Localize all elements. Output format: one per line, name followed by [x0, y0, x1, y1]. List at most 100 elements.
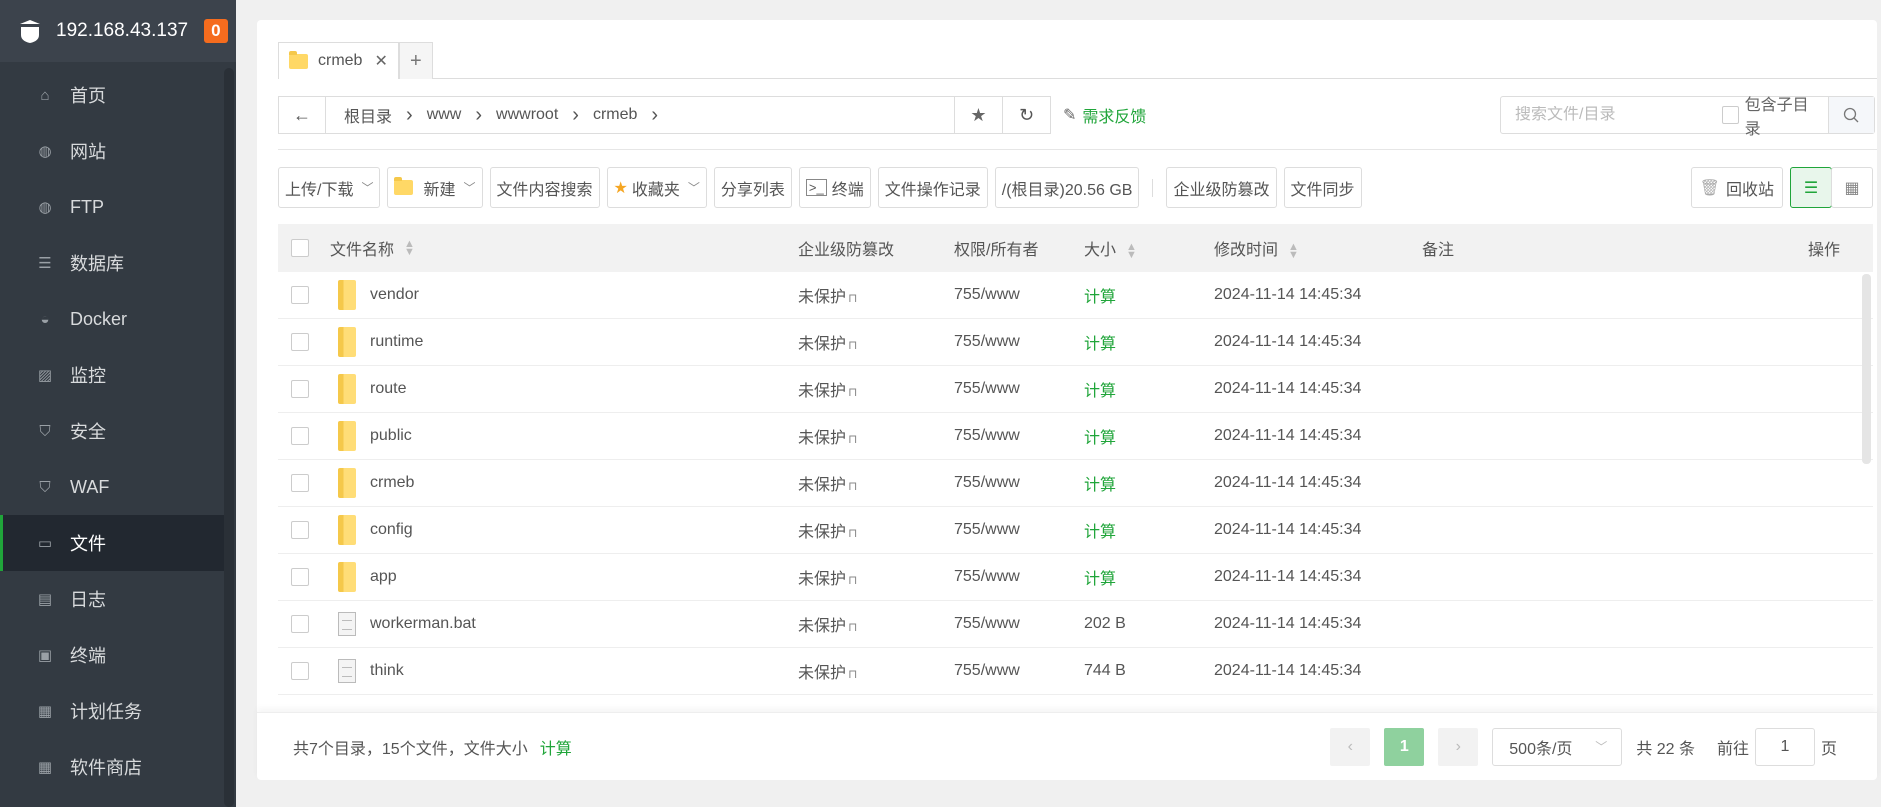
sidebar-item-2[interactable]: ◍ FTP	[0, 179, 224, 235]
favorite-button[interactable]: ★	[955, 96, 1003, 134]
file-name-cell[interactable]: route	[330, 374, 406, 404]
sidebar-item-1[interactable]: ◍ 网站	[0, 123, 224, 179]
breadcrumb-segment[interactable]: 根目录	[334, 103, 402, 127]
table-row[interactable]: vendor 未保护 ⊓ 755/www 计算 2024-11-14 14:45:34	[278, 272, 1873, 319]
breadcrumb-segment[interactable]: wwwroot	[486, 106, 568, 124]
sidebar-item-4[interactable]: ◒ Docker	[0, 291, 224, 347]
tamper-status[interactable]: 未保护 ⊓	[798, 518, 857, 542]
file-name-cell[interactable]: think	[330, 659, 404, 683]
list-view-button[interactable]: ☰	[1790, 167, 1832, 208]
table-scrollbar[interactable]	[1862, 274, 1871, 464]
calc-size-link[interactable]: 计算	[1084, 565, 1116, 589]
file-name-cell[interactable]: public	[330, 421, 412, 451]
include-subdir-checkbox[interactable]: 包含子目录	[1722, 91, 1818, 139]
table-row[interactable]: think 未保护 ⊓ 755/www 744 B 2024-11-14 14:45:34	[278, 648, 1873, 695]
upload-download-button[interactable]: 上传/下载 ﹀	[278, 167, 381, 208]
sidebar-item-8[interactable]: ▭ 文件	[0, 515, 224, 571]
file-name[interactable]: vendor	[370, 286, 419, 304]
select-all-checkbox[interactable]	[291, 239, 309, 257]
terminal-button[interactable]: >_ 终端	[798, 167, 871, 208]
sidebar-item-7[interactable]: ⛉ WAF	[0, 459, 224, 515]
tamper-status[interactable]: 未保护 ⊓	[798, 330, 857, 354]
new-button[interactable]: 新建 ﹀	[387, 167, 483, 208]
operation-log-button[interactable]: 文件操作记录	[877, 167, 988, 208]
file-name-cell[interactable]: workerman.bat	[330, 612, 476, 636]
row-checkbox[interactable]	[291, 333, 309, 351]
table-row[interactable]: config 未保护 ⊓ 755/www 计算 2024-11-14 14:45:34	[278, 507, 1873, 554]
calc-size-link[interactable]: 计算	[1084, 518, 1116, 542]
sort-mtime[interactable]: 修改时间 ▲ ▼	[1214, 236, 1299, 260]
add-tab-button[interactable]: +	[398, 42, 433, 79]
file-name[interactable]: config	[370, 521, 413, 539]
tamper-status[interactable]: 未保护 ⊓	[798, 471, 857, 495]
file-sync-button[interactable]: 文件同步	[1283, 167, 1362, 208]
calc-size-link[interactable]: 计算	[1084, 330, 1116, 354]
row-checkbox[interactable]	[291, 615, 309, 633]
refresh-button[interactable]: ↻	[1003, 96, 1051, 134]
row-checkbox[interactable]	[291, 662, 309, 680]
table-row[interactable]: public 未保护 ⊓ 755/www 计算 2024-11-14 14:45:34	[278, 413, 1873, 460]
sidebar-item-5[interactable]: ▨ 监控	[0, 347, 224, 403]
search-button[interactable]	[1827, 97, 1874, 133]
row-checkbox[interactable]	[291, 380, 309, 398]
sidebar-item-11[interactable]: ▦ 计划任务	[0, 683, 224, 739]
row-checkbox[interactable]	[291, 427, 309, 445]
permission[interactable]: 755/www	[954, 474, 1020, 492]
permission[interactable]: 755/www	[954, 427, 1020, 445]
grid-view-button[interactable]: ▦	[1831, 167, 1873, 208]
sort-size[interactable]: 大小 ▲ ▼	[1084, 236, 1137, 260]
prev-page-button[interactable]: ‹	[1330, 727, 1371, 766]
file-name[interactable]: public	[370, 427, 412, 445]
goto-page-input[interactable]	[1754, 727, 1815, 766]
table-row[interactable]: crmeb 未保护 ⊓ 755/www 计算 2024-11-14 14:45:34	[278, 460, 1873, 507]
share-list-button[interactable]: 分享列表	[713, 167, 792, 208]
tamper-status[interactable]: 未保护 ⊓	[798, 283, 857, 307]
permission[interactable]: 755/www	[954, 333, 1020, 351]
calc-size-link[interactable]: 计算	[1084, 471, 1116, 495]
permission[interactable]: 755/www	[954, 521, 1020, 539]
calc-size-link[interactable]: 计算	[540, 741, 572, 758]
table-row[interactable]: workerman.bat 未保护 ⊓ 755/www 202 B 2024-11-14 …	[278, 601, 1873, 648]
sidebar-scrollbar[interactable]	[224, 68, 234, 807]
close-icon[interactable]: ✕	[374, 51, 387, 71]
file-name-cell[interactable]: runtime	[330, 327, 423, 357]
permission[interactable]: 755/www	[954, 568, 1020, 586]
file-name[interactable]: route	[370, 380, 406, 398]
file-name[interactable]: runtime	[370, 333, 423, 351]
sidebar-item-0[interactable]: ⌂ 首页	[0, 67, 224, 123]
row-checkbox[interactable]	[291, 521, 309, 539]
calc-size-link[interactable]: 计算	[1084, 377, 1116, 401]
notification-badge[interactable]: 0	[204, 19, 228, 43]
tamper-status[interactable]: 未保护 ⊓	[798, 424, 857, 448]
page-1[interactable]: 1	[1384, 727, 1425, 766]
next-page-button[interactable]: ›	[1438, 727, 1479, 766]
table-row[interactable]: runtime 未保护 ⊓ 755/www 计算 2024-11-14 14:45:34	[278, 319, 1873, 366]
search-input[interactable]	[1501, 106, 1722, 124]
calc-size-link[interactable]: 计算	[1084, 424, 1116, 448]
permission[interactable]: 755/www	[954, 380, 1020, 398]
sort-name[interactable]: 文件名称 ▲ ▼	[330, 236, 415, 260]
back-button[interactable]: ←	[278, 96, 326, 134]
file-name-cell[interactable]: app	[330, 562, 397, 592]
sidebar-item-6[interactable]: ⛉ 安全	[0, 403, 224, 459]
sidebar-item-12[interactable]: ▦ 软件商店	[0, 739, 224, 795]
checkbox[interactable]	[1722, 106, 1739, 124]
row-checkbox[interactable]	[291, 474, 309, 492]
table-row[interactable]: app 未保护 ⊓ 755/www 计算 2024-11-14 14:45:34	[278, 554, 1873, 601]
recycle-bin-button[interactable]: 🗑 回收站	[1690, 167, 1783, 208]
tamper-status[interactable]: 未保护 ⊓	[798, 612, 857, 636]
file-name-cell[interactable]: vendor	[330, 280, 419, 310]
row-checkbox[interactable]	[291, 286, 309, 304]
sidebar-item-9[interactable]: ▤ 日志	[0, 571, 224, 627]
tamper-protection-button[interactable]: 企业级防篡改	[1166, 167, 1277, 208]
tab-crmeb[interactable]: crmeb ✕	[278, 42, 399, 79]
tamper-status[interactable]: 未保护 ⊓	[798, 377, 857, 401]
file-name[interactable]: crmeb	[370, 474, 414, 492]
file-name[interactable]: app	[370, 568, 397, 586]
file-name-cell[interactable]: config	[330, 515, 413, 545]
file-name[interactable]: workerman.bat	[370, 615, 476, 633]
breadcrumb-segment[interactable]: www	[417, 106, 472, 124]
favorites-button[interactable]: ★ 收藏夹 ﹀	[606, 167, 707, 208]
sidebar-item-10[interactable]: ▣ 终端	[0, 627, 224, 683]
tamper-status[interactable]: 未保护 ⊓	[798, 565, 857, 589]
